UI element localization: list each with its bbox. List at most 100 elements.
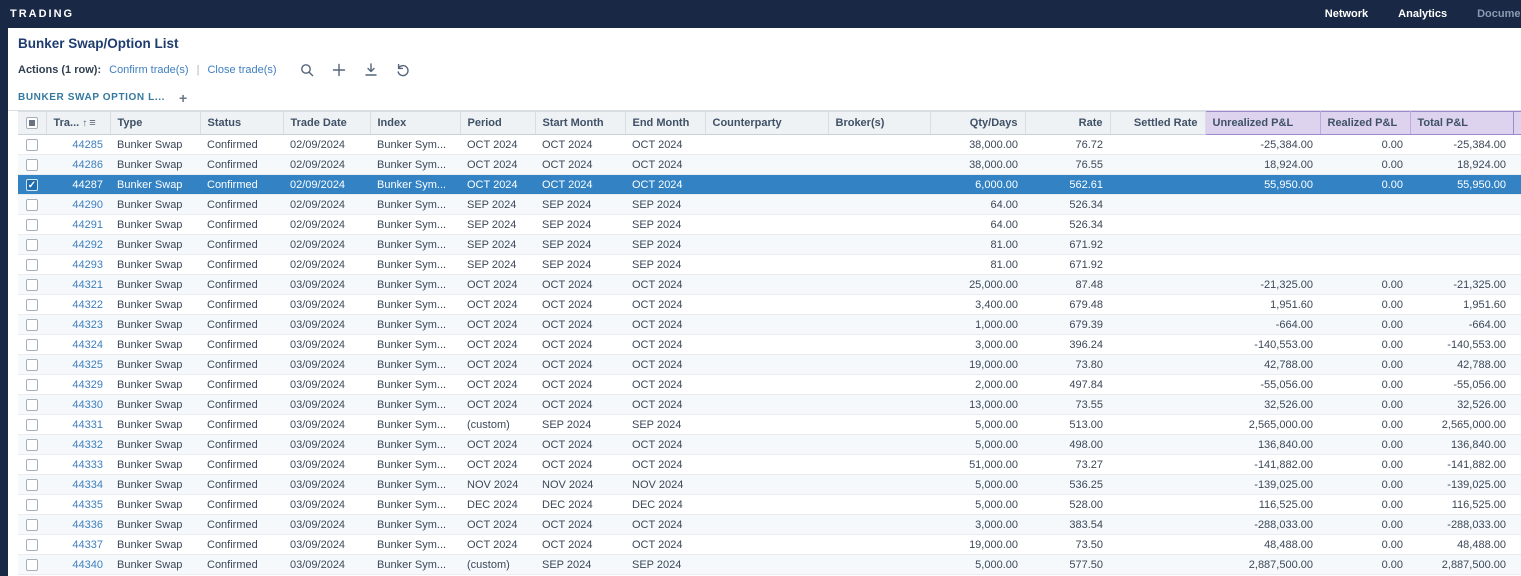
table-row[interactable]: 44292Bunker SwapConfirmed02/09/2024Bunke…	[18, 235, 1521, 255]
trade-id-link[interactable]: 44340	[72, 559, 103, 571]
row-checkbox[interactable]	[26, 359, 38, 371]
trade-id-link[interactable]: 44321	[72, 279, 103, 291]
export-download-icon[interactable]	[363, 62, 379, 78]
col-trade-date[interactable]: Trade Date	[283, 112, 370, 135]
table-row[interactable]: 44334Bunker SwapConfirmed03/09/2024Bunke…	[18, 475, 1521, 495]
table-row[interactable]: 44325Bunker SwapConfirmed03/09/2024Bunke…	[18, 355, 1521, 375]
col-period[interactable]: Period	[460, 112, 535, 135]
col-realized-pl[interactable]: Realized P&L	[1320, 112, 1410, 135]
col-type[interactable]: Type	[110, 112, 200, 135]
table-row[interactable]: 44293Bunker SwapConfirmed02/09/2024Bunke…	[18, 255, 1521, 275]
col-status[interactable]: Status	[200, 112, 283, 135]
table-row[interactable]: 44337Bunker SwapConfirmed03/09/2024Bunke…	[18, 535, 1521, 555]
row-checkbox[interactable]	[26, 239, 38, 251]
trade-id-link[interactable]: 44291	[72, 219, 103, 231]
trade-id-link[interactable]: 44322	[72, 299, 103, 311]
trade-id-link[interactable]: 44290	[72, 199, 103, 211]
nav-item-analytics[interactable]: Analytics	[1398, 8, 1447, 20]
collapsed-sidebar[interactable]	[0, 28, 8, 576]
row-checkbox[interactable]	[26, 379, 38, 391]
search-icon[interactable]	[299, 62, 315, 78]
trade-id-link[interactable]: 44325	[72, 359, 103, 371]
table-row[interactable]: 44291Bunker SwapConfirmed02/09/2024Bunke…	[18, 215, 1521, 235]
trade-id-link[interactable]: 44333	[72, 459, 103, 471]
row-checkbox[interactable]	[26, 339, 38, 351]
select-all-checkbox[interactable]	[26, 117, 38, 129]
row-checkbox[interactable]	[26, 279, 38, 291]
trade-id-link[interactable]: 44286	[72, 159, 103, 171]
cell-index: Bunker Sym...	[370, 355, 460, 375]
col-total-pl[interactable]: Total P&L	[1410, 112, 1513, 135]
row-checkbox[interactable]	[26, 199, 38, 211]
trade-id-link[interactable]: 44285	[72, 139, 103, 151]
col-rate[interactable]: Rate	[1025, 112, 1110, 135]
trade-id-link[interactable]: 44331	[72, 419, 103, 431]
trade-id-link[interactable]: 44323	[72, 319, 103, 331]
table-row[interactable]: 44335Bunker SwapConfirmed03/09/2024Bunke…	[18, 495, 1521, 515]
row-checkbox[interactable]	[26, 479, 38, 491]
trade-id-link[interactable]: 44335	[72, 499, 103, 511]
column-menu-icon[interactable]: ≡	[89, 117, 95, 129]
trade-id-link[interactable]: 44336	[72, 519, 103, 531]
row-checkbox[interactable]	[26, 419, 38, 431]
table-row[interactable]: ✓44287Bunker SwapConfirmed02/09/2024Bunk…	[18, 175, 1521, 195]
row-checkbox[interactable]	[26, 299, 38, 311]
table-row[interactable]: 44324Bunker SwapConfirmed03/09/2024Bunke…	[18, 335, 1521, 355]
nav-item-documents[interactable]: Documents	[1477, 8, 1521, 20]
col-brokers[interactable]: Broker(s)	[828, 112, 930, 135]
row-checkbox[interactable]: ✓	[26, 179, 38, 191]
table-row[interactable]: 44285Bunker SwapConfirmed02/09/2024Bunke…	[18, 135, 1521, 155]
tab-bunker-swap-option-list[interactable]: BUNKER SWAP OPTION L...	[18, 92, 165, 103]
cell-realized: 0.00	[1320, 535, 1410, 555]
trade-id-link[interactable]: 44324	[72, 339, 103, 351]
trade-id-link[interactable]: 44337	[72, 539, 103, 551]
confirm-trades-link[interactable]: Confirm trade(s)	[109, 64, 188, 76]
table-row[interactable]: 44323Bunker SwapConfirmed03/09/2024Bunke…	[18, 315, 1521, 335]
row-checkbox[interactable]	[26, 319, 38, 331]
close-trades-link[interactable]: Close trade(s)	[207, 64, 276, 76]
table-row[interactable]: 44329Bunker SwapConfirmed03/09/2024Bunke…	[18, 375, 1521, 395]
col-unrealized-pl[interactable]: Unrealized P&L	[1205, 112, 1320, 135]
row-checkbox[interactable]	[26, 159, 38, 171]
table-row[interactable]: 44322Bunker SwapConfirmed03/09/2024Bunke…	[18, 295, 1521, 315]
row-checkbox[interactable]	[26, 399, 38, 411]
col-counterparty[interactable]: Counterparty	[705, 112, 828, 135]
col-qty-days[interactable]: Qty/Days	[930, 112, 1025, 135]
table-row[interactable]: 44332Bunker SwapConfirmed03/09/2024Bunke…	[18, 435, 1521, 455]
table-row[interactable]: 44333Bunker SwapConfirmed03/09/2024Bunke…	[18, 455, 1521, 475]
table-row[interactable]: 44286Bunker SwapConfirmed02/09/2024Bunke…	[18, 155, 1521, 175]
col-start-month[interactable]: Start Month	[535, 112, 625, 135]
row-checkbox[interactable]	[26, 219, 38, 231]
table-row[interactable]: 44331Bunker SwapConfirmed03/09/2024Bunke…	[18, 415, 1521, 435]
row-checkbox[interactable]	[26, 539, 38, 551]
trade-id-link[interactable]: 44292	[72, 239, 103, 251]
row-checkbox[interactable]	[26, 459, 38, 471]
add-icon[interactable]	[331, 62, 347, 78]
nav-item-network[interactable]: Network	[1325, 8, 1368, 20]
col-trade-number[interactable]: Tra...↑≡	[46, 112, 110, 135]
table-row[interactable]: 44330Bunker SwapConfirmed03/09/2024Bunke…	[18, 395, 1521, 415]
cell-start-month: OCT 2024	[535, 455, 625, 475]
trade-id-link[interactable]: 44332	[72, 439, 103, 451]
table-row[interactable]: 44340Bunker SwapConfirmed03/09/2024Bunke…	[18, 555, 1521, 575]
cell-type: Bunker Swap	[110, 175, 200, 195]
col-index[interactable]: Index	[370, 112, 460, 135]
trade-id-link[interactable]: 44329	[72, 379, 103, 391]
col-end-month[interactable]: End Month	[625, 112, 705, 135]
trade-id-link[interactable]: 44330	[72, 399, 103, 411]
add-tab-icon[interactable]: +	[179, 91, 187, 105]
row-checkbox[interactable]	[26, 439, 38, 451]
table-row[interactable]: 44336Bunker SwapConfirmed03/09/2024Bunke…	[18, 515, 1521, 535]
trade-id-link[interactable]: 44287	[72, 179, 103, 191]
trade-id-link[interactable]: 44293	[72, 259, 103, 271]
table-row[interactable]: 44290Bunker SwapConfirmed02/09/2024Bunke…	[18, 195, 1521, 215]
row-checkbox[interactable]	[26, 519, 38, 531]
row-checkbox[interactable]	[26, 139, 38, 151]
row-checkbox[interactable]	[26, 259, 38, 271]
row-checkbox[interactable]	[26, 559, 38, 571]
trade-id-link[interactable]: 44334	[72, 479, 103, 491]
table-row[interactable]: 44321Bunker SwapConfirmed03/09/2024Bunke…	[18, 275, 1521, 295]
row-checkbox[interactable]	[26, 499, 38, 511]
undo-refresh-icon[interactable]	[395, 62, 411, 78]
col-settled-rate[interactable]: Settled Rate	[1110, 112, 1205, 135]
